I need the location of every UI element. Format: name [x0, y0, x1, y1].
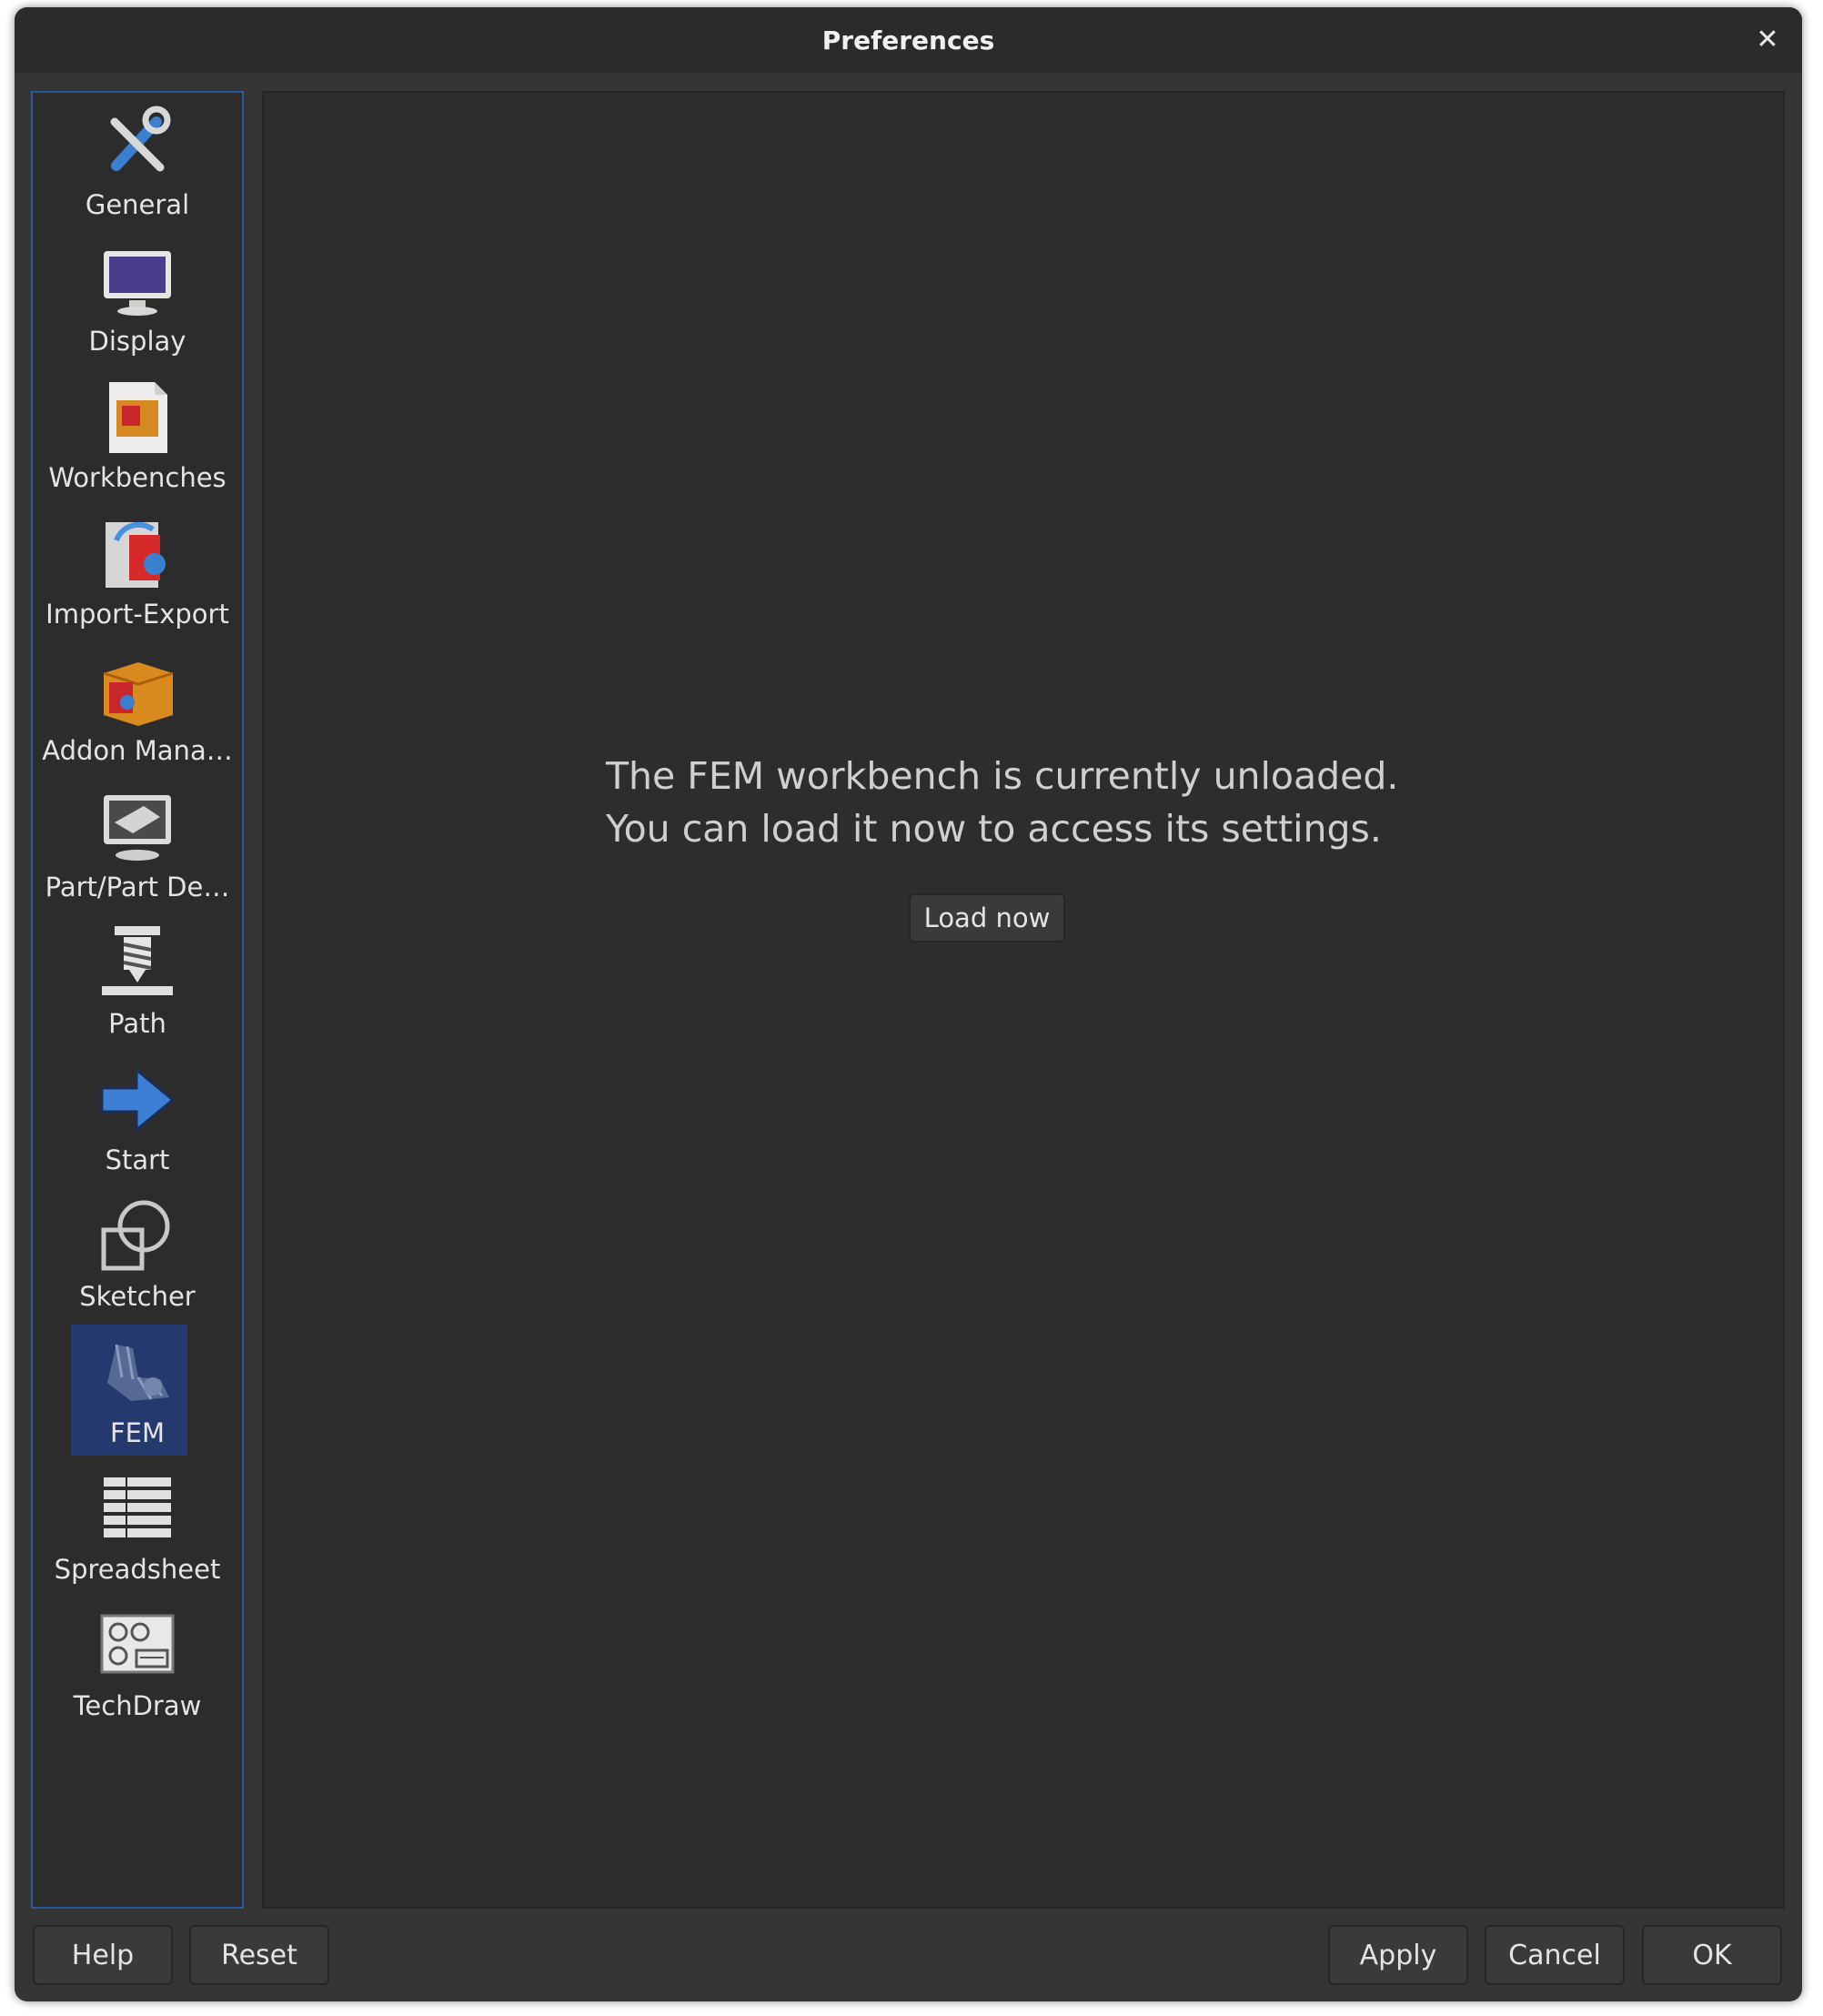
sidebar-item-spreadsheet[interactable]: Spreadsheet [33, 1459, 242, 1596]
preferences-dialog: Preferences ✕ General Display Workbenche… [15, 7, 1802, 2001]
ok-button[interactable]: OK [1642, 1925, 1782, 1985]
cancel-button[interactable]: Cancel [1485, 1925, 1625, 1985]
sidebar-item-fem[interactable]: FEM [33, 1323, 242, 1459]
sidebar-item-label: Workbenches [48, 462, 227, 493]
help-button[interactable]: Help [33, 1925, 173, 1985]
sidebar-item-label: Display [88, 326, 186, 357]
sidebar-item-addon-manager[interactable]: Addon Mana… [33, 640, 242, 777]
message-line-1: The FEM workbench is currently unloaded. [606, 754, 1399, 798]
sidebar-item-path[interactable]: Path [33, 913, 242, 1050]
spreadsheet-icon [104, 1477, 171, 1537]
settings-content-panel: The FEM workbench is currently unloaded.… [262, 91, 1785, 1909]
import-export-icon [106, 521, 166, 588]
addon-box-icon [103, 662, 174, 726]
workbench-box-icon [109, 382, 167, 453]
title-bar[interactable]: Preferences ✕ [15, 7, 1802, 73]
sidebar-item-sketcher[interactable]: Sketcher [33, 1186, 242, 1323]
close-icon[interactable]: ✕ [1753, 25, 1782, 55]
tools-icon [110, 106, 171, 172]
techdraw-icon [100, 1614, 175, 1674]
sidebar-item-label: Import-Export [45, 599, 229, 630]
sidebar-item-label: TechDraw [73, 1690, 202, 1721]
dialog-title: Preferences [821, 25, 995, 55]
fem-icon [107, 1344, 169, 1401]
sidebar-item-label: Spreadsheet [54, 1554, 221, 1585]
sidebar-item-workbenches[interactable]: Workbenches [33, 368, 242, 504]
sidebar-item-label: Sketcher [79, 1281, 196, 1312]
unloaded-message: The FEM workbench is currently unloaded.… [606, 750, 1398, 855]
sidebar-item-part-design[interactable]: Part/Part De… [33, 777, 242, 913]
sidebar-item-label: FEM [109, 1417, 166, 1448]
path-mill-icon [102, 926, 173, 995]
sidebar-item-general[interactable]: General [33, 95, 242, 231]
preferences-sidebar: General Display Workbenches Import-Expor… [31, 91, 244, 1909]
sidebar-item-label: Start [105, 1144, 170, 1175]
sidebar-item-label: General [85, 189, 190, 220]
part-design-icon [104, 795, 171, 861]
sidebar-item-start[interactable]: Start [33, 1050, 242, 1186]
sidebar-item-techdraw[interactable]: TechDraw [33, 1596, 242, 1732]
sidebar-item-label: Path [108, 1008, 166, 1039]
sidebar-item-import-export[interactable]: Import-Export [33, 504, 242, 640]
message-line-2: You can load it now to access its settin… [606, 807, 1382, 851]
sketcher-icon [101, 1200, 170, 1271]
sidebar-item-display[interactable]: Display [33, 231, 242, 368]
apply-button[interactable]: Apply [1328, 1925, 1468, 1985]
sidebar-item-label: Addon Mana… [42, 735, 233, 766]
monitor-icon [104, 251, 171, 316]
sidebar-item-label: Part/Part De… [45, 872, 230, 902]
load-now-button[interactable]: Load now [909, 893, 1065, 942]
arrow-right-icon [100, 1066, 176, 1134]
reset-button[interactable]: Reset [189, 1925, 329, 1985]
